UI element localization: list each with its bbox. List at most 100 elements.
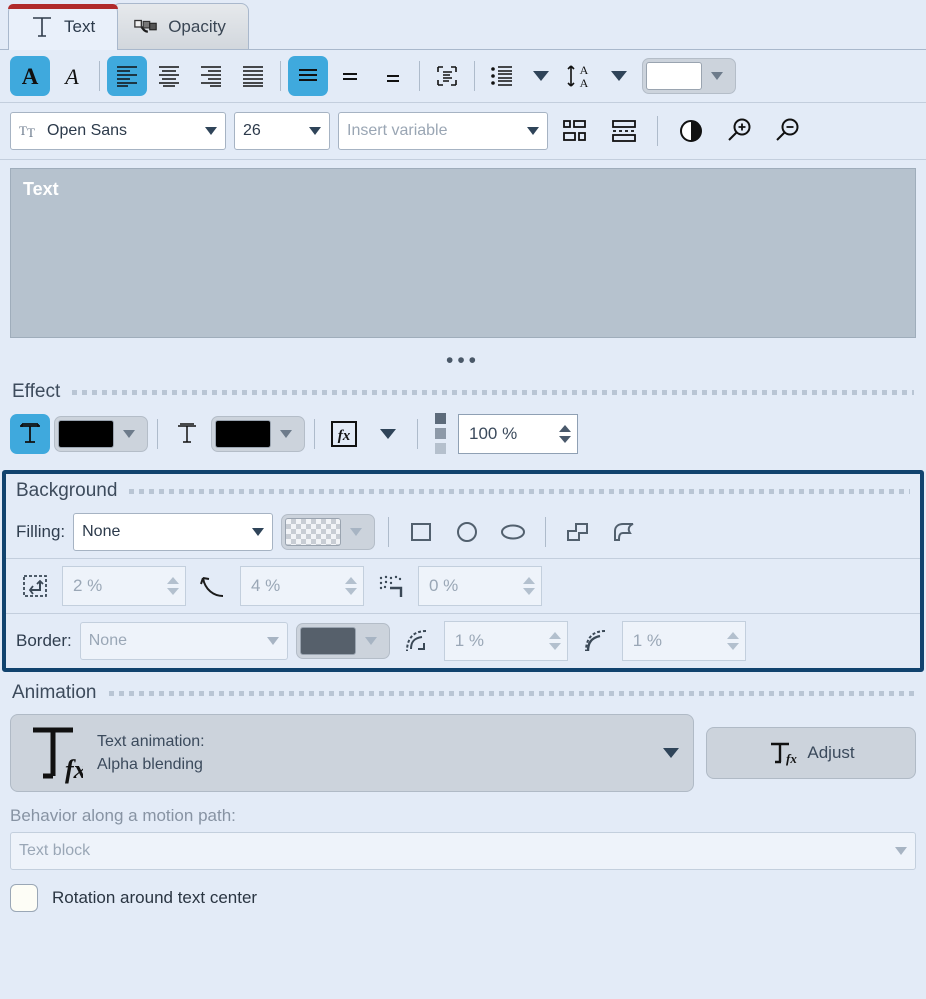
spinner-arrows[interactable]: [167, 577, 179, 595]
shadow-toggle[interactable]: [10, 413, 50, 454]
text-animation-text: Text animation: Alpha blending: [97, 730, 649, 776]
text-editor[interactable]: Text: [10, 168, 916, 338]
offset-value: 0 %: [429, 576, 459, 595]
zoom-in-button[interactable]: [719, 111, 759, 151]
outline-color-swatch[interactable]: [215, 419, 271, 448]
text-animation-selector[interactable]: fx Text animation: Alpha blending: [10, 714, 694, 792]
insert-variable-placeholder: Insert variable: [347, 122, 448, 139]
shape-rectangle-button[interactable]: [402, 515, 440, 549]
offset-icon: [372, 569, 410, 603]
chevron-down-icon[interactable]: [527, 127, 539, 135]
shadow-color-dropdown[interactable]: [114, 420, 144, 448]
line-spacing-dropdown[interactable]: [602, 56, 636, 96]
fill-color-swatch[interactable]: [285, 518, 342, 546]
fill-color-button[interactable]: [281, 514, 376, 550]
text-frame-button[interactable]: [427, 56, 467, 96]
font-tt-icon: TT: [19, 123, 35, 140]
filling-combo[interactable]: None: [73, 513, 274, 551]
effect-divider: [417, 418, 418, 449]
align-right-button[interactable]: [191, 56, 231, 96]
font-family-value: Open Sans: [47, 122, 128, 139]
effect-opacity-spinner[interactable]: 100 %: [458, 413, 578, 454]
filling-value: None: [82, 523, 121, 540]
effect-row: fx 100 %: [0, 409, 926, 464]
valign-middle-button[interactable]: [330, 56, 370, 96]
animation-row: fx Text animation: Alpha blending fx Adj…: [0, 710, 926, 800]
chevron-down-icon[interactable]: [266, 637, 279, 645]
shape-polygon-button[interactable]: [559, 515, 597, 549]
align-left-button[interactable]: [107, 56, 147, 96]
tab-text[interactable]: Text: [8, 4, 119, 50]
border-width-spinner[interactable]: 1 %: [443, 621, 568, 661]
toolbar-divider: [474, 61, 475, 91]
rotation-checkbox[interactable]: [10, 884, 38, 912]
behavior-combo-wrap: Text block: [10, 832, 916, 870]
align-justify-button[interactable]: [233, 56, 273, 96]
adjust-tfx-icon: fx: [767, 739, 797, 767]
chevron-down-icon[interactable]: [205, 127, 217, 135]
outline-color-dropdown[interactable]: [271, 420, 301, 448]
chevron-down-icon[interactable]: [309, 127, 321, 135]
adjust-button[interactable]: fx Adjust: [706, 727, 916, 779]
border-label: Border:: [16, 631, 72, 650]
text-color-dropdown[interactable]: [702, 62, 732, 90]
align-objects-button[interactable]: [556, 111, 596, 151]
chevron-down-icon[interactable]: [895, 847, 907, 855]
spinner-arrows[interactable]: [559, 424, 571, 443]
border-width-icon: [398, 624, 436, 658]
bullet-list-button[interactable]: [482, 56, 522, 96]
font-size-combo[interactable]: 26: [234, 112, 330, 150]
opacity-curve-icon: [133, 16, 159, 38]
text-color-swatch[interactable]: [646, 62, 702, 90]
border-radius-spinner[interactable]: 1 %: [621, 621, 746, 661]
border-color-dropdown[interactable]: [356, 627, 386, 655]
shape-ellipse-button[interactable]: [494, 515, 532, 549]
background-section: Background Filling: None 2 % 4 % 0 % Bor…: [2, 470, 924, 672]
bullet-list-dropdown[interactable]: [524, 56, 558, 96]
effect-title: Effect: [12, 381, 61, 402]
spinner-arrows[interactable]: [548, 632, 561, 650]
italic-button[interactable]: A: [52, 56, 92, 96]
dotted-divider: [108, 690, 914, 696]
tab-opacity[interactable]: Opacity: [112, 3, 249, 49]
align-center-button[interactable]: [149, 56, 189, 96]
border-color-button[interactable]: [295, 623, 390, 659]
contrast-button[interactable]: [671, 111, 711, 151]
spinner-arrows[interactable]: [523, 577, 535, 595]
offset-spinner[interactable]: 0 %: [418, 566, 542, 606]
effect-fx-button[interactable]: fx: [324, 414, 364, 454]
text-editor-wrap: Text •••: [0, 160, 926, 377]
behavior-combo[interactable]: Text block: [10, 832, 916, 870]
effect-fx-dropdown[interactable]: [368, 414, 408, 454]
zoom-out-button[interactable]: [767, 111, 807, 151]
outline-color-button[interactable]: [211, 415, 305, 452]
outline-toggle[interactable]: [167, 414, 207, 454]
distribute-button[interactable]: [604, 111, 644, 151]
shadow-color-button[interactable]: [54, 415, 148, 452]
insert-variable-combo[interactable]: Insert variable: [338, 112, 548, 150]
spinner-arrows[interactable]: [726, 632, 739, 650]
animation-title: Animation: [12, 682, 97, 703]
corner-spinner[interactable]: 4 %: [240, 566, 364, 606]
spinner-arrows[interactable]: [345, 577, 357, 595]
fill-color-dropdown[interactable]: [341, 518, 371, 546]
rotation-checkbox-row[interactable]: Rotation around text center: [0, 870, 926, 926]
shape-freeform-button[interactable]: [605, 515, 643, 549]
valign-bottom-button[interactable]: [372, 56, 412, 96]
shape-circle-button[interactable]: [448, 515, 486, 549]
shadow-color-swatch[interactable]: [58, 419, 114, 448]
chevron-down-icon[interactable]: [663, 748, 679, 758]
padding-spinner[interactable]: 2 %: [62, 566, 186, 606]
bold-button[interactable]: A: [10, 56, 50, 96]
valign-top-button[interactable]: [288, 56, 328, 96]
border-color-swatch[interactable]: [299, 627, 356, 655]
svg-text:fx: fx: [786, 751, 797, 766]
font-family-combo[interactable]: TT Open Sans: [10, 112, 226, 150]
border-combo[interactable]: None: [79, 622, 288, 660]
chevron-down-icon[interactable]: [252, 528, 265, 536]
line-spacing-button[interactable]: A A: [560, 56, 600, 96]
text-color-button[interactable]: [642, 58, 736, 94]
resize-handle[interactable]: •••: [10, 338, 916, 377]
animation-section-header: Animation: [0, 678, 926, 710]
svg-text:A: A: [580, 63, 589, 77]
